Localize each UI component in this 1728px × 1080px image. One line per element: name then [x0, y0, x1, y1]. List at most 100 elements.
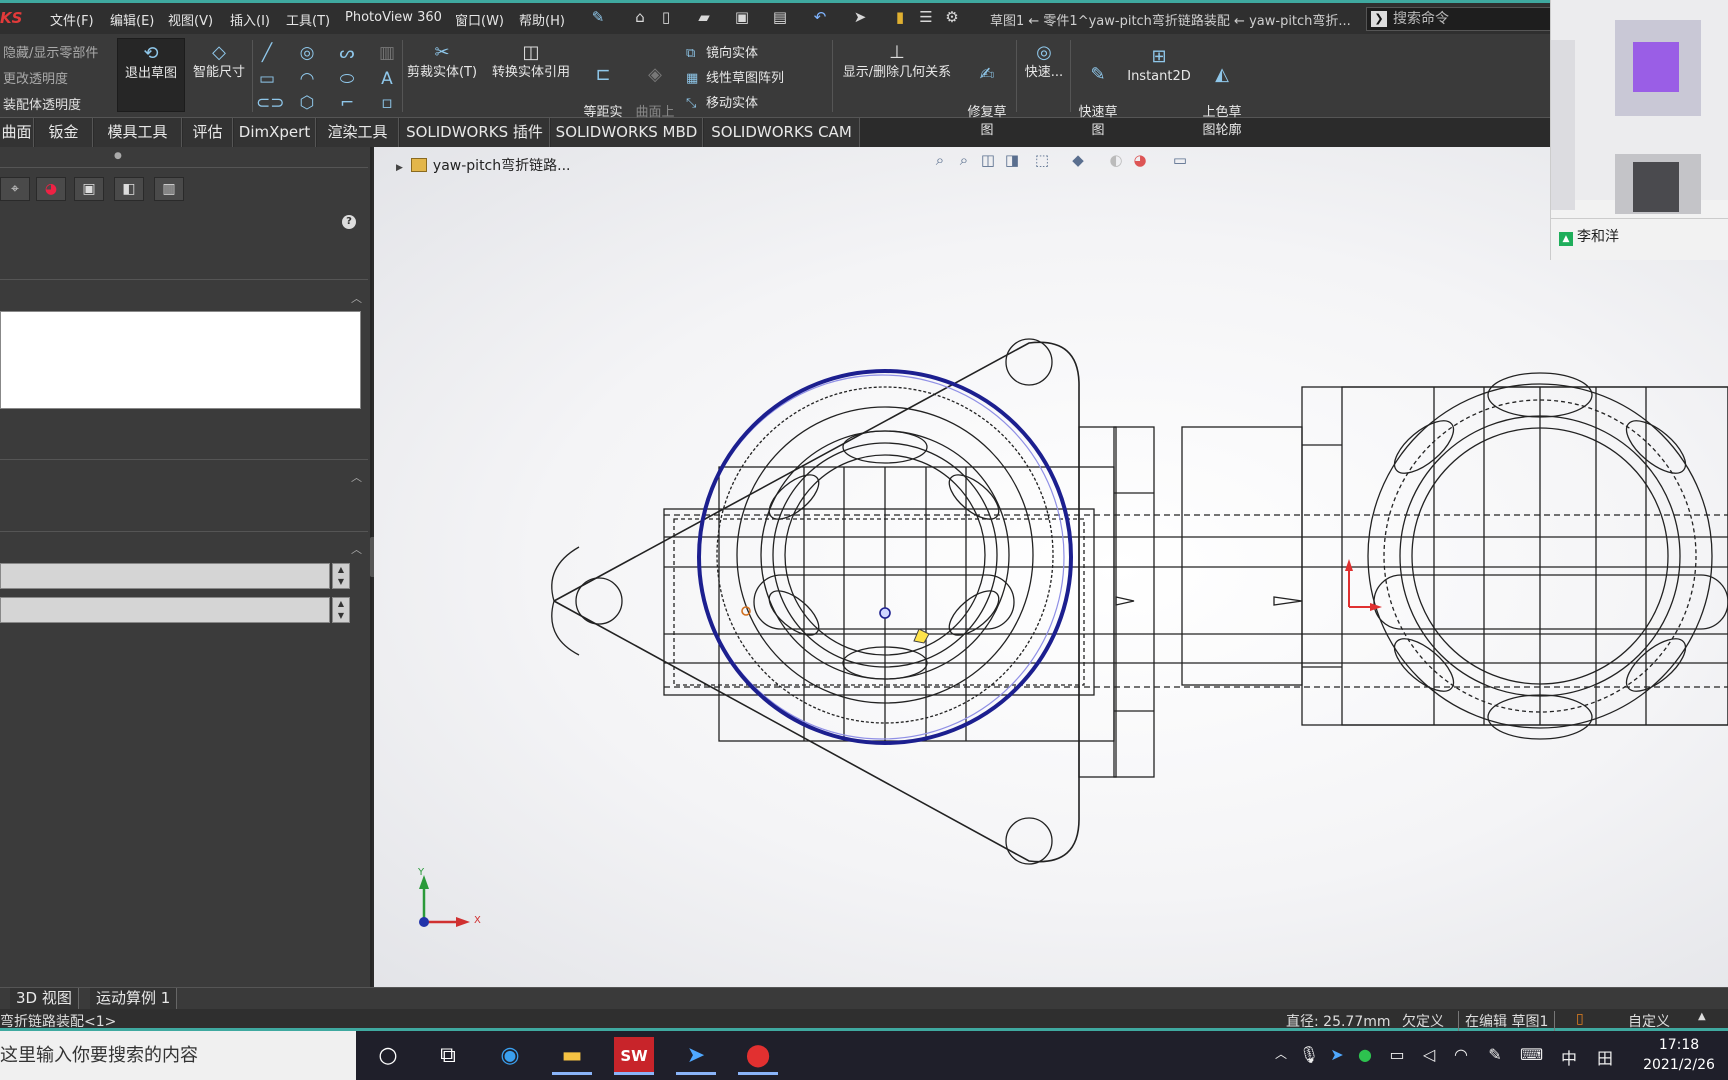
plane-icon[interactable]: A	[376, 68, 398, 90]
tab-surface[interactable]: 曲面	[0, 118, 34, 147]
rebuild-indicator-icon[interactable]: ▯	[1576, 1011, 1584, 1027]
panel-grip-icon[interactable]: ●	[114, 151, 122, 161]
convert-entities-button[interactable]: ◫ 转换实体引用	[486, 38, 576, 112]
text-icon[interactable]: ▥	[376, 42, 398, 64]
smart-dimension-button[interactable]: ◇ 智能尺寸	[187, 38, 251, 112]
undo-icon[interactable]: ↶	[810, 8, 830, 28]
collapse-chevron-icon[interactable]: ︿	[351, 290, 362, 306]
cortana-icon[interactable]: ○	[368, 1037, 408, 1075]
feishu-tray-icon[interactable]: ➤	[1326, 1045, 1348, 1064]
move-entities-button[interactable]: ⤡ 移动实体	[686, 92, 758, 111]
tray-overflow-icon[interactable]: ︿	[1270, 1045, 1292, 1062]
menu-tools[interactable]: 工具(T)	[286, 10, 330, 29]
menu-edit[interactable]: 编辑(E)	[110, 10, 154, 29]
menu-insert[interactable]: 插入(I)	[230, 10, 270, 29]
taskbar-search-box[interactable]: 这里输入你要搜索的内容	[0, 1031, 356, 1080]
open-folder-icon[interactable]: ▰	[694, 8, 714, 28]
exit-sketch-button[interactable]: ⟲ 退出草图	[117, 38, 185, 112]
menu-photoview[interactable]: PhotoView 360	[345, 10, 442, 25]
task-view-icon[interactable]: ⧉	[428, 1037, 468, 1075]
tab-3d-view[interactable]: 3D 视图	[10, 988, 79, 1010]
property-manager-icon[interactable]: ▣	[74, 177, 104, 201]
repair-sketch-button[interactable]: ✍ 修复草 图	[962, 42, 1012, 138]
circle-icon[interactable]: ◎	[296, 42, 318, 64]
tab-solidworks-addins[interactable]: SOLIDWORKS 插件	[400, 118, 550, 147]
menu-file[interactable]: 文件(F)	[50, 10, 94, 29]
volume-icon[interactable]: ◁	[1418, 1045, 1440, 1064]
taskbar-clock[interactable]: 17:18 2021/2/26	[1634, 1035, 1724, 1075]
pin-icon[interactable]: ✎	[588, 8, 608, 28]
spline-icon[interactable]: ᔕ	[336, 42, 358, 64]
spinner-arrows-icon[interactable]: ▲ ▼	[332, 563, 350, 589]
wechat-tray-icon[interactable]: ●	[1354, 1045, 1376, 1064]
parameter-field[interactable]	[0, 597, 330, 623]
search-commands[interactable]: ❯	[1366, 7, 1576, 31]
select-cursor-icon[interactable]: ➤	[850, 8, 870, 28]
rectangle-icon[interactable]: ▭	[256, 68, 278, 90]
home-icon[interactable]: ⌂	[630, 8, 650, 28]
feature-manager-icon[interactable]: ⌖	[0, 177, 30, 201]
file-properties-icon[interactable]: ☰	[916, 8, 936, 28]
appearance-icon[interactable]: ◕	[36, 177, 66, 201]
spinner-arrows-icon[interactable]: ▲ ▼	[332, 597, 350, 623]
selection-list-box[interactable]	[0, 311, 361, 409]
keyboard-icon[interactable]: ⌨	[1520, 1045, 1543, 1064]
tab-dimxpert[interactable]: DimXpert	[234, 118, 316, 147]
tab-solidworks-cam[interactable]: SOLIDWORKS CAM	[704, 118, 860, 147]
ime-mode-icon[interactable]: 田	[1594, 1045, 1616, 1069]
dimxpert-manager-icon[interactable]: ▥	[154, 177, 184, 201]
collapse-chevron-icon[interactable]: ︿	[351, 469, 362, 485]
sketch-drawing[interactable]	[374, 147, 1728, 987]
offset-entities-button[interactable]: ⊏ 等距实 体	[578, 42, 628, 138]
chevron-up-icon[interactable]: ▲	[1698, 1011, 1706, 1022]
point-icon[interactable]: ▫	[376, 92, 398, 114]
linear-pattern-button[interactable]: ▦ 线性草图阵列	[686, 67, 784, 86]
parameter-field[interactable]	[0, 563, 330, 589]
quick-snaps-button[interactable]: ◎ 快速...	[1020, 38, 1068, 112]
mirror-entities-button[interactable]: ⧉ 镜向实体	[686, 42, 758, 61]
tab-solidworks-mbd[interactable]: SOLIDWORKS MBD	[551, 118, 703, 147]
instant2d-button[interactable]: ⊞ Instant2D	[1126, 42, 1192, 116]
tab-sheet-metal[interactable]: 钣金	[35, 118, 93, 147]
record-app-icon[interactable]: ⬤	[738, 1037, 778, 1075]
tab-motion-study-1[interactable]: 运动算例 1	[90, 988, 178, 1010]
save-icon[interactable]: ▣	[732, 8, 752, 28]
change-transparency[interactable]: 更改透明度	[3, 68, 68, 87]
shaded-sketch-contours-button[interactable]: ◭ 上色草 图轮廓	[1194, 42, 1250, 138]
options-gear-icon[interactable]: ⚙	[942, 8, 962, 28]
traffic-light-icon[interactable]: ▮	[890, 8, 910, 28]
collapse-chevron-icon[interactable]: ︿	[351, 541, 362, 557]
fillet-icon[interactable]: ⌐	[336, 92, 358, 114]
rapid-sketch-button[interactable]: ✎ 快速草 图	[1074, 42, 1122, 138]
pen-icon[interactable]: ✎	[1484, 1045, 1506, 1064]
hide-show-components[interactable]: 隐藏/显示零部件	[3, 42, 98, 61]
offset-on-surface-button[interactable]: ◈ 曲面上 偏移	[630, 42, 680, 138]
help-icon[interactable]: ?	[342, 215, 356, 229]
display-delete-relations-button[interactable]: ⊥ 显示/删除几何关系	[836, 38, 958, 112]
ime-language[interactable]: 中	[1558, 1045, 1580, 1069]
polygon-icon[interactable]: ⬡	[296, 92, 318, 114]
slot-icon[interactable]: ⊂⊃	[256, 92, 285, 114]
tab-render-tools[interactable]: 渲染工具	[317, 118, 399, 147]
menu-view[interactable]: 视图(V)	[168, 10, 213, 29]
file-explorer-icon[interactable]: ▬	[552, 1037, 592, 1075]
configuration-manager-icon[interactable]: ◧	[114, 177, 144, 201]
arc-icon[interactable]: ◠	[296, 68, 318, 90]
trim-entities-button[interactable]: ✂ 剪裁实体(T)	[406, 38, 478, 112]
assembly-transparency[interactable]: 装配体透明度	[3, 94, 81, 113]
wifi-icon[interactable]: ◠	[1450, 1045, 1472, 1064]
edge-browser-icon[interactable]: ◉	[490, 1037, 530, 1075]
menu-help[interactable]: 帮助(H)	[519, 10, 565, 29]
line-icon[interactable]: ╱	[256, 42, 278, 64]
tab-mold-tools[interactable]: 模具工具	[94, 118, 182, 147]
units-selector[interactable]: 自定义	[1628, 1011, 1670, 1031]
ellipse-icon[interactable]: ⬭	[336, 68, 358, 90]
solidworks-app-icon[interactable]: SW	[614, 1037, 654, 1075]
feishu-app-icon[interactable]: ➤	[676, 1037, 716, 1075]
battery-icon[interactable]: ▭	[1386, 1045, 1408, 1064]
graphics-area[interactable]: ▶ yaw-pitch弯折链路... ⌕ ⌕ ◫ ◨ ⬚ ◆ ◐ ◕ ▭ Y X	[374, 147, 1728, 987]
new-document-icon[interactable]: ▯	[656, 8, 676, 28]
search-input[interactable]	[1393, 9, 1573, 29]
print-icon[interactable]: ▤	[770, 8, 790, 28]
microphone-icon[interactable]: 🎙	[1298, 1045, 1320, 1064]
